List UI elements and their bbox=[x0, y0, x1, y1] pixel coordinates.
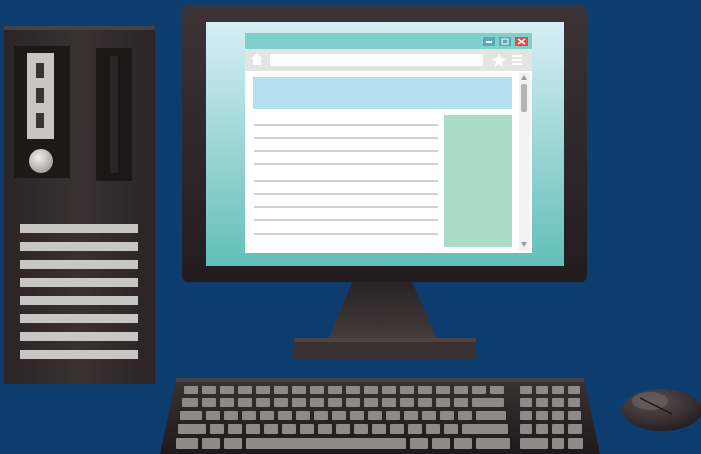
close-icon[interactable] bbox=[515, 37, 528, 46]
page-sidebar bbox=[444, 115, 512, 247]
drive-bay-panel bbox=[14, 46, 70, 178]
drive-slot bbox=[96, 48, 132, 181]
restore-icon[interactable] bbox=[499, 37, 511, 46]
monitor bbox=[182, 6, 587, 282]
power-button-icon bbox=[29, 149, 53, 173]
keyboard bbox=[160, 378, 600, 454]
mouse bbox=[622, 389, 701, 431]
tower-case bbox=[4, 26, 155, 384]
scroll-thumb bbox=[521, 84, 527, 112]
browser-window bbox=[245, 33, 532, 253]
menu-icon[interactable] bbox=[512, 55, 522, 65]
page-banner bbox=[253, 77, 512, 109]
monitor-stand bbox=[294, 282, 476, 360]
minimize-icon[interactable] bbox=[483, 37, 495, 46]
spacebar bbox=[246, 438, 406, 449]
address-bar-input[interactable] bbox=[270, 54, 483, 66]
illustration bbox=[4, 6, 701, 454]
scrollbar[interactable] bbox=[519, 73, 530, 251]
desktop-computer-scene bbox=[0, 0, 701, 454]
